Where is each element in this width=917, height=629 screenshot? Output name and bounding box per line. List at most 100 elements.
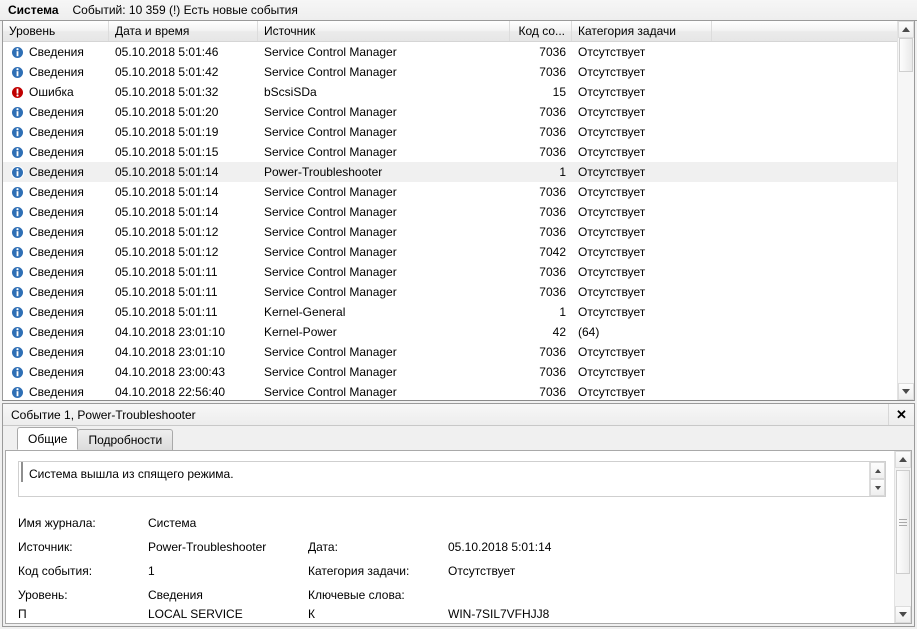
cell-date: 04.10.2018 23:01:10 <box>115 325 226 339</box>
table-row[interactable]: Сведения 05.10.2018 5:01:12 Service Contro… <box>3 242 897 262</box>
table-row[interactable]: Сведения 05.10.2018 5:01:11 Service Contro… <box>3 282 897 302</box>
level-text: Сведения <box>29 265 84 279</box>
log-name-field-value: Система <box>148 516 197 530</box>
computer-field-label: К <box>308 607 315 621</box>
cell-event-code: 1 <box>559 165 566 179</box>
scroll-up-button[interactable] <box>898 21 914 38</box>
column-header-blank[interactable] <box>712 21 897 41</box>
cell-task-category: (64) <box>578 325 600 339</box>
table-row[interactable]: Сведения 05.10.2018 5:01:42 Service Contro… <box>3 62 897 82</box>
field-row-log-name: Имя журнала: Система <box>18 511 886 535</box>
level-text: Сведения <box>29 45 84 59</box>
chevron-down-icon <box>874 485 881 490</box>
cell-level: Сведения <box>3 142 109 162</box>
cell-event-code: 7036 <box>539 185 566 199</box>
task-category-field-label: Категория задачи: <box>308 564 410 578</box>
cell-event-code: 7036 <box>539 225 566 239</box>
close-icon[interactable]: ✕ <box>888 404 914 425</box>
field-row-event-id: Код события: 1 Категория задачи: Отсутст… <box>18 559 886 583</box>
column-header-level[interactable]: Уровень <box>3 21 109 41</box>
table-row[interactable]: Сведения 04.10.2018 23:00:43 Service Contr… <box>3 362 897 382</box>
table-row[interactable]: Ошибка 05.10.2018 5:01:32 bScsiSDa 15 Отсутс… <box>3 82 897 102</box>
detail-scroll-down-button[interactable] <box>895 606 911 623</box>
level-text: Сведения <box>29 165 84 179</box>
cell-event-code: 7042 <box>539 245 566 259</box>
cell-source: Service Control Manager <box>264 345 397 359</box>
cell-task-category: Отсутствует <box>578 145 646 159</box>
table-row[interactable]: Сведения 05.10.2018 5:01:11 Kernel-General… <box>3 302 897 322</box>
level-text: Сведения <box>29 325 84 339</box>
cell-level: Сведения <box>3 382 109 400</box>
cell-source: Service Control Manager <box>264 105 397 119</box>
grip-icon <box>899 517 907 528</box>
cell-event-code: 7036 <box>539 45 566 59</box>
task-category-field-value: Отсутствует <box>448 564 516 578</box>
tab-details[interactable]: Подробности <box>77 429 174 450</box>
level-text: Сведения <box>29 245 84 259</box>
cell-level: Сведения <box>3 302 109 322</box>
computer-field-value: WIN-7SIL7VFHJJ8 <box>448 607 550 621</box>
events-list-scrollbar[interactable] <box>897 21 914 400</box>
cell-task-category: Отсутствует <box>578 245 646 259</box>
scrollbar-track[interactable] <box>898 38 914 383</box>
cell-date: 04.10.2018 23:00:43 <box>115 365 226 379</box>
info-icon <box>11 225 24 239</box>
cell-source: Service Control Manager <box>264 365 397 379</box>
table-row[interactable]: Сведения 04.10.2018 23:01:10 Service Contr… <box>3 342 897 362</box>
cell-source: Service Control Manager <box>264 185 397 199</box>
table-row[interactable]: Сведения 05.10.2018 5:01:14 Power-Troubles… <box>3 162 897 182</box>
keywords-field-label: Ключевые слова: <box>308 588 405 602</box>
event-description-text: Система вышла из спящего режима. <box>21 462 869 482</box>
info-icon <box>11 265 24 279</box>
detail-pane-scrollbar[interactable] <box>894 451 911 623</box>
error-icon <box>11 85 24 99</box>
info-icon <box>11 285 24 299</box>
level-text: Сведения <box>29 225 84 239</box>
cell-date: 05.10.2018 5:01:11 <box>115 285 218 299</box>
table-row[interactable]: Сведения 05.10.2018 5:01:12 Service Contro… <box>3 222 897 242</box>
table-row[interactable]: Сведения 05.10.2018 5:01:20 Service Contro… <box>3 102 897 122</box>
cell-event-code: 7036 <box>539 385 566 399</box>
table-row[interactable]: Сведения 04.10.2018 22:56:40 Service Contr… <box>3 382 897 400</box>
cell-event-code: 7036 <box>539 205 566 219</box>
cell-level: Сведения <box>3 182 109 202</box>
level-text: Сведения <box>29 305 84 319</box>
description-scrollbar[interactable] <box>869 462 885 496</box>
scroll-down-button[interactable] <box>898 383 914 400</box>
cell-level: Сведения <box>3 242 109 262</box>
tab-general[interactable]: Общие <box>17 427 79 450</box>
detail-content: Система вышла из спящего режима. Имя жур… <box>6 451 894 623</box>
detail-scrollbar-track[interactable] <box>895 468 911 606</box>
table-row[interactable]: Сведения 05.10.2018 5:01:46 Service Contro… <box>3 42 897 62</box>
column-header-row: Уровень Дата и время Источник Код со... … <box>3 21 897 42</box>
cell-source: Service Control Manager <box>264 65 397 79</box>
cell-source: Service Control Manager <box>264 285 397 299</box>
table-row[interactable]: Сведения 05.10.2018 5:01:14 Service Contro… <box>3 202 897 222</box>
cell-date: 05.10.2018 5:01:42 <box>115 65 219 79</box>
table-row[interactable]: Сведения 05.10.2018 5:01:19 Service Contro… <box>3 122 897 142</box>
column-header-event-code[interactable]: Код со... <box>510 21 572 41</box>
level-text: Сведения <box>29 145 84 159</box>
scrollbar-thumb[interactable] <box>899 38 913 72</box>
column-header-date[interactable]: Дата и время <box>109 21 258 41</box>
events-list-region: Уровень Дата и время Источник Код со... … <box>2 21 915 401</box>
column-header-source[interactable]: Источник <box>258 21 510 41</box>
column-header-task-category[interactable]: Категория задачи <box>572 21 712 41</box>
log-name-field-label: Имя журнала: <box>18 516 96 530</box>
date-field-value: 05.10.2018 5:01:14 <box>448 540 552 554</box>
description-scroll-up-button[interactable] <box>870 462 885 479</box>
description-scroll-down-button[interactable] <box>870 479 885 496</box>
table-row[interactable]: Сведения 04.10.2018 23:01:10 Kernel-Power 4… <box>3 322 897 342</box>
table-row[interactable]: Сведения 05.10.2018 5:01:15 Service Contro… <box>3 142 897 162</box>
cell-date: 05.10.2018 5:01:15 <box>115 145 219 159</box>
table-row[interactable]: Сведения 05.10.2018 5:01:11 Service Contro… <box>3 262 897 282</box>
cell-level: Сведения <box>3 262 109 282</box>
detail-scrollbar-thumb[interactable] <box>896 470 910 574</box>
info-icon <box>11 145 24 159</box>
log-status-label: Событий: 10 359 (!) Есть новые события <box>72 3 298 17</box>
cell-date: 05.10.2018 5:01:14 <box>115 165 219 179</box>
info-icon <box>11 45 24 59</box>
detail-scroll-up-button[interactable] <box>895 451 911 468</box>
table-row[interactable]: Сведения 05.10.2018 5:01:14 Service Contro… <box>3 182 897 202</box>
cell-task-category: Отсутствует <box>578 305 646 319</box>
